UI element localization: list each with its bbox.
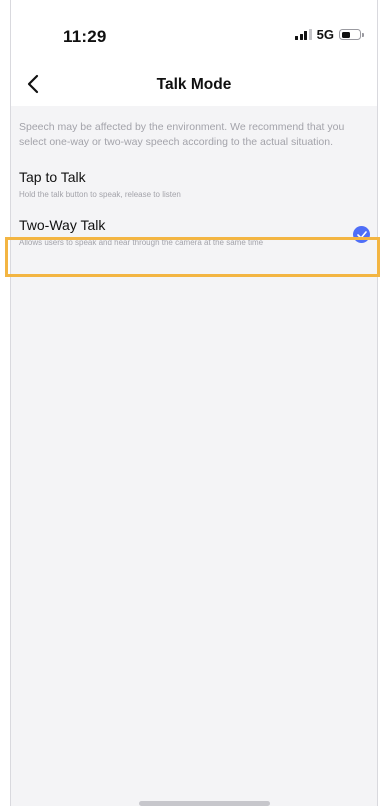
talk-mode-content: Speech may be affected by the environmen… [11,106,377,257]
nav-bar: Talk Mode [11,62,377,106]
option-tap-to-talk[interactable]: Tap to Talk Hold the talk button to spea… [11,161,377,209]
signal-icon [295,29,312,40]
option-title: Two-Way Talk [19,217,106,233]
home-indicator[interactable] [139,801,270,806]
notice-text: Speech may be affected by the environmen… [19,121,345,148]
status-time: 11:29 [63,27,107,46]
phone-screen: 11:29 5G Talk Mode Speech may be affecte… [10,0,378,806]
status-bar: 11:29 5G [11,0,377,62]
option-description: Allows users to speak and hear through t… [19,238,264,247]
network-type: 5G [316,27,334,42]
option-two-way-talk[interactable]: Two-Way Talk Allows users to speak and h… [11,209,377,257]
check-icon [353,226,370,243]
option-title: Tap to Talk [19,169,86,185]
page-title: Talk Mode [156,76,232,93]
status-indicators: 5G [295,27,364,42]
battery-icon [339,29,364,40]
option-description: Hold the talk button to speak, release t… [19,190,181,199]
